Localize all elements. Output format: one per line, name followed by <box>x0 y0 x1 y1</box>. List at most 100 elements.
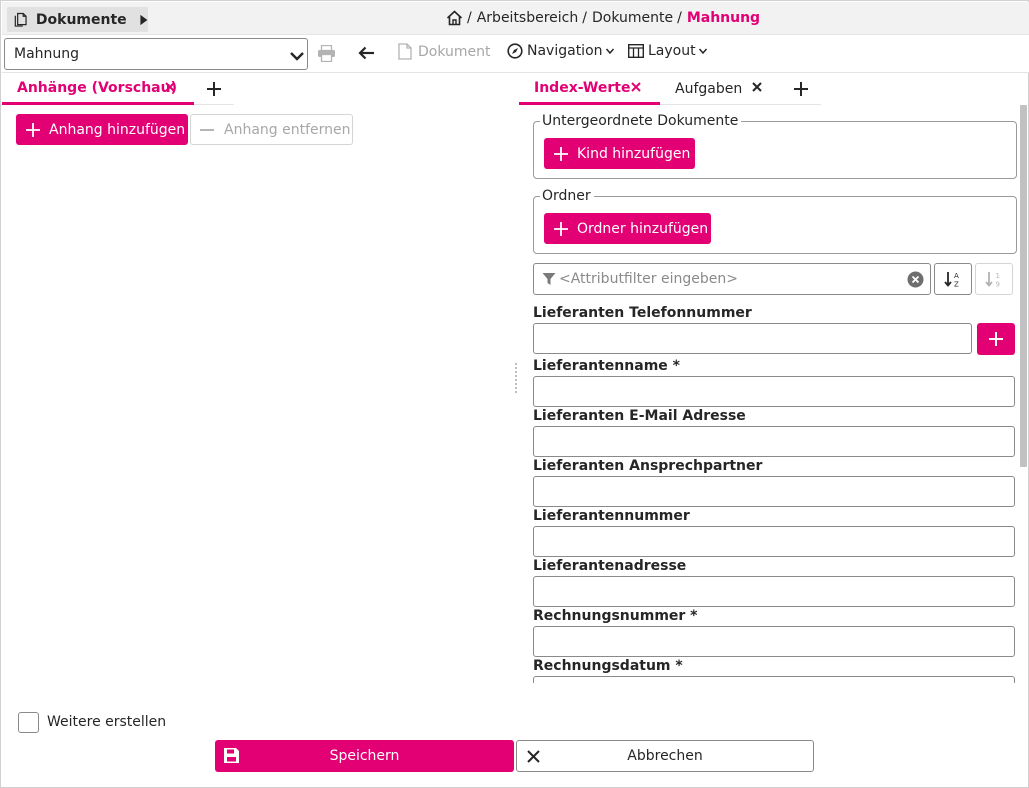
minus-icon <box>200 128 214 131</box>
folders-legend: Ordner <box>540 187 594 205</box>
tab-attachments-preview[interactable]: Anhänge (Vorschau) <box>2 73 194 105</box>
child-documents-legend: Untergeordnete Dokumente <box>540 112 742 130</box>
sort-alphabetical-button[interactable]: A Z <box>934 263 972 295</box>
supplier-address-field[interactable] <box>533 576 1015 607</box>
svg-text:Z: Z <box>954 281 959 289</box>
document-type-select[interactable]: Mahnung <box>4 38 308 70</box>
field-label-supplier-address: Lieferantenadresse <box>533 558 687 574</box>
close-icon <box>527 750 540 763</box>
floppy-disk-icon <box>224 748 239 763</box>
layout-columns-icon <box>628 44 644 58</box>
add-attachment-button[interactable]: Anhang hinzufügen <box>16 114 188 145</box>
cancel-button[interactable]: Abbrechen <box>516 740 814 772</box>
navigation-menu[interactable]: Navigation <box>507 43 615 59</box>
sort-numeric-icon: 1 9 <box>985 272 1000 289</box>
field-label-supplier-phone: Lieferanten Telefonnummer <box>533 305 752 321</box>
add-child-button[interactable]: Kind hinzufügen <box>544 138 695 169</box>
add-child-label: Kind hinzufügen <box>577 145 691 162</box>
home-icon[interactable] <box>446 10 463 26</box>
field-label-supplier-email: Lieferanten E-Mail Adresse <box>533 408 746 424</box>
plus-icon <box>794 81 808 96</box>
breadcrumb-separator: / <box>677 10 682 26</box>
compass-icon <box>507 43 523 59</box>
breadcrumb: / Arbeitsbereich / Dokumente / Mahnung <box>446 10 760 26</box>
close-icon[interactable] <box>630 81 642 93</box>
add-tab-button[interactable] <box>194 73 234 105</box>
field-label-invoice-date: Rechnungsdatum * <box>533 658 683 674</box>
application-window: Dokumente / Arbeitsbereich / Dokumente /… <box>0 0 1029 788</box>
field-label-invoice-number: Rechnungsnummer * <box>533 608 698 624</box>
print-icon[interactable] <box>317 45 336 62</box>
play-arrow-icon <box>140 14 148 25</box>
add-folder-button[interactable]: Ordner hinzufügen <box>544 213 711 244</box>
layout-menu[interactable]: Layout <box>628 43 708 59</box>
invoice-number-field[interactable] <box>533 626 1015 657</box>
create-more-checkbox[interactable] <box>18 712 39 733</box>
filter-icon <box>542 273 556 285</box>
attachments-tabbar: Anhänge (Vorschau) <box>2 73 234 105</box>
close-icon[interactable] <box>164 81 176 93</box>
add-phone-value-button[interactable] <box>977 323 1015 355</box>
document-button[interactable]: Dokument <box>398 43 491 60</box>
field-label-supplier-contact: Lieferanten Ansprechpartner <box>533 458 763 474</box>
breadcrumb-item-arbeitsbereich[interactable]: Arbeitsbereich <box>477 10 579 26</box>
clear-circle-icon[interactable] <box>907 271 924 288</box>
breadcrumb-current: Mahnung <box>686 10 761 26</box>
save-button[interactable]: Speichern <box>215 740 514 772</box>
chevron-down-icon <box>605 48 614 55</box>
document-type-value: Mahnung <box>14 46 80 62</box>
svg-text:1: 1 <box>996 272 1000 280</box>
sort-numeric-button[interactable]: 1 9 <box>975 263 1013 295</box>
sort-alpha-icon: A Z <box>944 272 959 289</box>
plus-icon <box>989 332 1003 346</box>
breadcrumb-item-dokumente[interactable]: Dokumente <box>592 10 673 26</box>
supplier-name-field[interactable] <box>533 376 1015 407</box>
navigation-menu-label: Navigation <box>527 43 603 59</box>
document-icon <box>398 43 412 60</box>
cancel-label: Abbrechen <box>627 748 703 764</box>
attribute-filter-placeholder: <Attributfilter eingeben> <box>559 271 738 287</box>
close-icon[interactable] <box>751 81 763 93</box>
create-more-label: Weitere erstellen <box>47 714 167 730</box>
plus-icon <box>554 221 568 236</box>
add-attachment-label: Anhang hinzufügen <box>49 121 186 138</box>
attachments-pane: Anhänge (Vorschau) Anhang hinzufügen Anh… <box>2 73 510 683</box>
arrow-left-icon[interactable] <box>358 46 375 60</box>
tab-tasks-label: Aufgaben <box>675 80 743 97</box>
document-button-label: Dokument <box>418 43 491 60</box>
supplier-contact-field[interactable] <box>533 476 1015 507</box>
right-pane-scrollbar[interactable] <box>1020 105 1027 467</box>
remove-attachment-label: Anhang entfernen <box>224 121 351 138</box>
right-tabbar: Index-Werte Aufgaben <box>519 73 821 105</box>
title-bar: Dokumente / Arbeitsbereich / Dokumente /… <box>2 2 1029 35</box>
documents-icon <box>14 12 27 27</box>
svg-text:9: 9 <box>996 281 1000 289</box>
folders-group: Ordner Ordner hinzufügen <box>533 187 1017 254</box>
add-tab-button[interactable] <box>781 73 821 105</box>
tab-index-values[interactable]: Index-Werte <box>519 73 660 105</box>
remove-attachment-button[interactable]: Anhang entfernen <box>190 114 353 145</box>
supplier-phone-field[interactable] <box>533 323 972 354</box>
plus-icon <box>207 81 221 96</box>
invoice-date-field[interactable] <box>533 676 1015 683</box>
index-values-pane: Index-Werte Aufgaben Untergeordnete Doku… <box>519 73 1029 683</box>
tab-index-values-label: Index-Werte <box>534 79 631 96</box>
breadcrumb-separator: / <box>582 10 587 26</box>
chevron-down-icon <box>290 52 304 61</box>
documents-module-label: Dokumente <box>35 11 127 28</box>
layout-menu-label: Layout <box>648 43 696 59</box>
svg-text:A: A <box>954 272 959 280</box>
child-documents-group: Untergeordnete Dokumente Kind hinzufügen <box>533 112 1017 179</box>
toolbar: Mahnung Dokument Navigation Layout <box>2 35 1029 73</box>
tab-attachments-label: Anhänge (Vorschau) <box>17 79 177 96</box>
tab-tasks[interactable]: Aufgaben <box>660 73 781 105</box>
field-label-supplier-name: Lieferantenname * <box>533 358 680 374</box>
supplier-number-field[interactable] <box>533 526 1015 557</box>
documents-module-button[interactable]: Dokumente <box>7 7 148 32</box>
plus-icon <box>26 122 40 137</box>
attribute-filter-input[interactable]: <Attributfilter eingeben> <box>533 263 931 295</box>
supplier-email-field[interactable] <box>533 426 1015 457</box>
plus-icon <box>554 146 568 161</box>
add-folder-label: Ordner hinzufügen <box>577 220 709 237</box>
chevron-down-icon <box>698 48 707 55</box>
